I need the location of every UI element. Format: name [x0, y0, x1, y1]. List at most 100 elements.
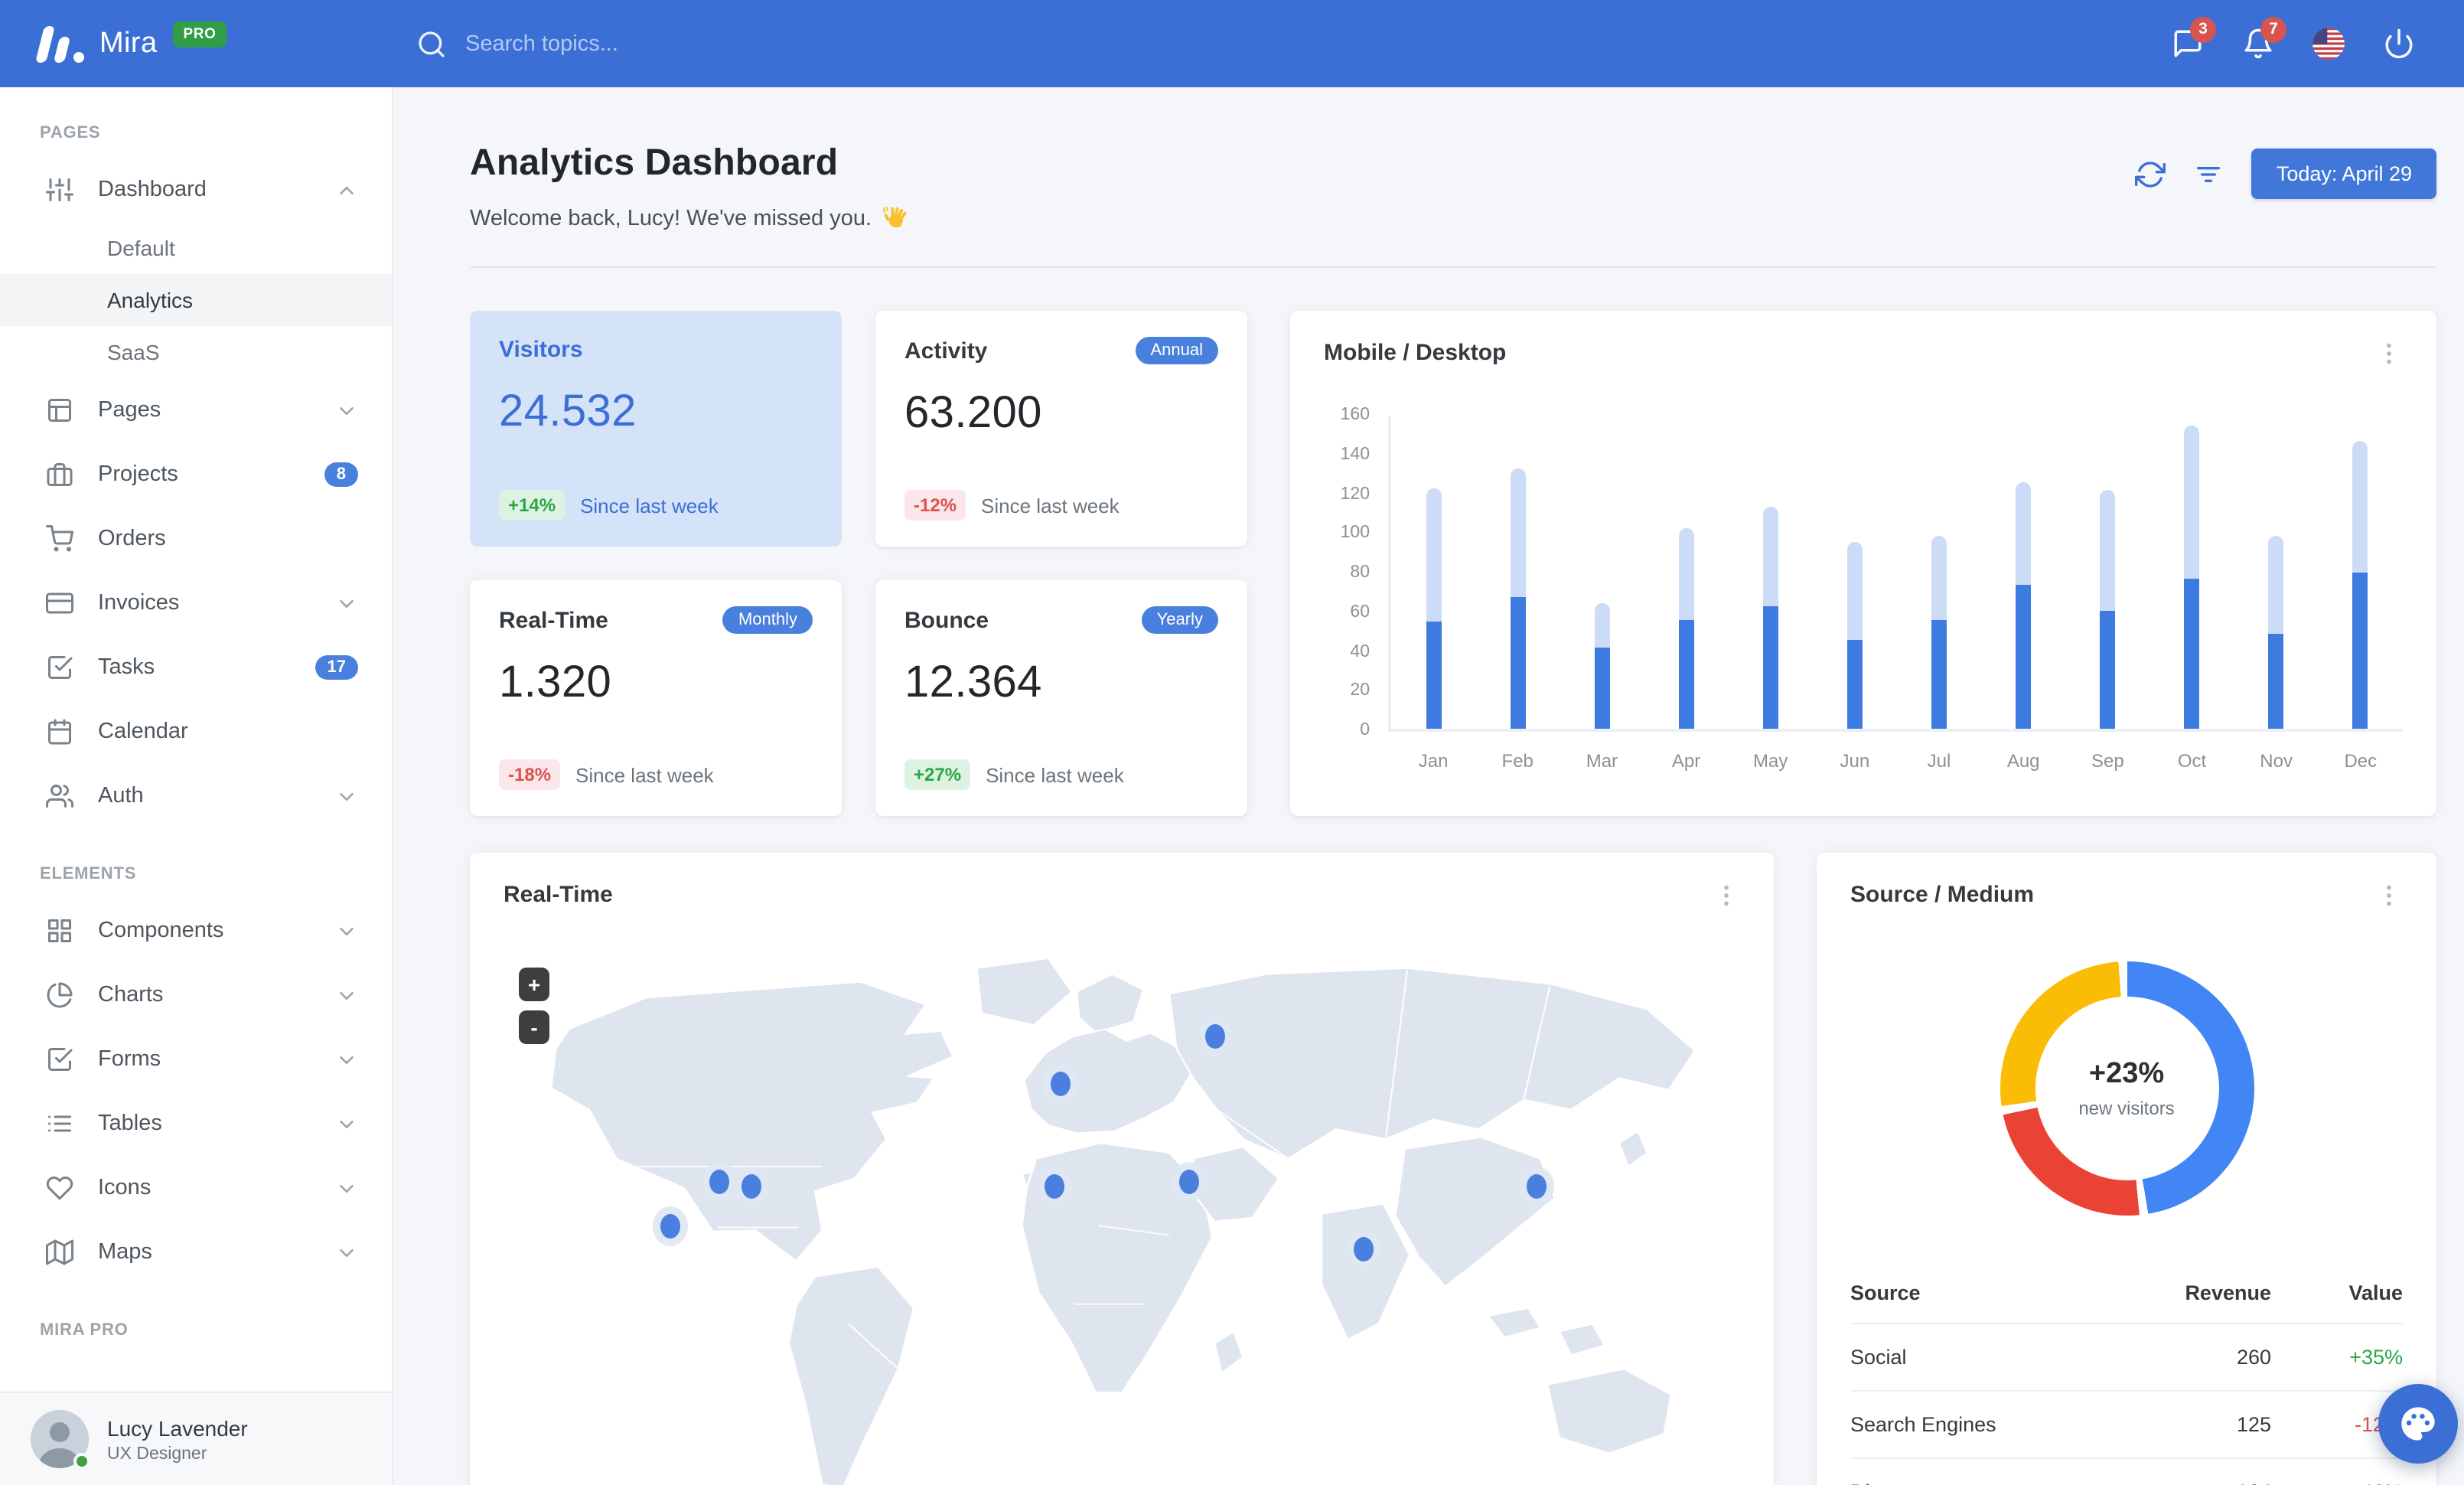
- bar-jan[interactable]: [1391, 416, 1475, 729]
- y-axis-tick: 60: [1350, 602, 1370, 622]
- map-zoom-in-button[interactable]: +: [519, 968, 549, 1001]
- x-axis-label: Feb: [1501, 750, 1533, 772]
- sidebar-item-charts[interactable]: Charts: [0, 963, 392, 1027]
- credit-card-icon: [46, 589, 73, 617]
- sidebar-item-pages[interactable]: Pages: [0, 378, 392, 442]
- stat-card-value: 24.532: [499, 387, 637, 436]
- y-axis-tick: 0: [1360, 721, 1370, 739]
- source-medium-card: Source / Medium +23% new visitors Source…: [1817, 853, 2436, 1485]
- map-marker-6[interactable]: [1204, 1024, 1225, 1049]
- notifications-button[interactable]: 7: [2222, 13, 2293, 74]
- table-header-cell: Revenue: [2185, 1281, 2271, 1304]
- map-marker-5[interactable]: [1044, 1174, 1064, 1199]
- bar-nov[interactable]: [2234, 416, 2319, 729]
- source-menu-button[interactable]: [2375, 882, 2403, 909]
- sidebar-nav: PAGES Dashboard Default Analytics SaaS Pages P…: [0, 87, 392, 1355]
- bar-feb[interactable]: [1475, 416, 1560, 729]
- y-axis-tick: 140: [1340, 445, 1370, 464]
- sidebar-item-tables[interactable]: Tables: [0, 1092, 392, 1156]
- map-marker-9[interactable]: [1526, 1174, 1547, 1199]
- sidebar-item-icons[interactable]: Icons: [0, 1156, 392, 1220]
- map-marker-3[interactable]: [741, 1174, 761, 1199]
- search-input[interactable]: [465, 31, 833, 56]
- map-marker-8[interactable]: [1353, 1236, 1374, 1261]
- x-axis-label: Oct: [2177, 750, 2207, 772]
- map-marker-1[interactable]: [660, 1213, 681, 1238]
- bar-oct[interactable]: [2149, 416, 2234, 729]
- bar-segment-mobile: [1931, 620, 1947, 729]
- sidebar-item-calendar[interactable]: Calendar: [0, 700, 392, 764]
- y-axis-tick: 40: [1350, 642, 1370, 661]
- map-markers-layer: [504, 931, 1740, 1485]
- bar-sep[interactable]: [2065, 416, 2149, 729]
- table-row: Direct164+46%: [1850, 1457, 2403, 1485]
- list-icon: [46, 1110, 73, 1137]
- sidebar-subitem-saas[interactable]: SaaS: [0, 326, 392, 378]
- bar-segment-desktop: [1426, 488, 1442, 622]
- palette-icon: [2398, 1404, 2438, 1444]
- bar-aug[interactable]: [1981, 416, 2065, 729]
- sidebar-item-forms[interactable]: Forms: [0, 1027, 392, 1092]
- chart-menu-button[interactable]: [2375, 340, 2403, 367]
- sidebar-item-components[interactable]: Components: [0, 899, 392, 963]
- chevron-down-icon: [335, 592, 358, 615]
- bar-may[interactable]: [1729, 416, 1813, 729]
- bar-apr[interactable]: [1644, 416, 1728, 729]
- language-button[interactable]: [2293, 13, 2363, 74]
- bar-jul[interactable]: [1897, 416, 1981, 729]
- y-axis-tick: 20: [1350, 681, 1370, 700]
- sidebar-item-orders[interactable]: Orders: [0, 507, 392, 571]
- bar-jun[interactable]: [1813, 416, 1897, 729]
- sidebar-subitem-default[interactable]: Default: [0, 222, 392, 274]
- stat-delta-badge: +27%: [904, 759, 971, 790]
- stat-card-activity: Activity Annual 63.200 -12% Since last week: [875, 311, 1247, 547]
- sidebar-item-label: Calendar: [98, 720, 188, 744]
- sidebar-item-label: Icons: [98, 1176, 152, 1200]
- sidebar-item-dashboard[interactable]: Dashboard: [0, 158, 392, 222]
- map-marker-4[interactable]: [1050, 1072, 1071, 1097]
- x-axis-label: May: [1753, 750, 1788, 772]
- sidebar-item-maps[interactable]: Maps: [0, 1220, 392, 1284]
- sidebar-item-label: Orders: [98, 527, 166, 551]
- bar-segment-desktop: [2016, 482, 2032, 586]
- bar-mar[interactable]: [1560, 416, 1644, 729]
- bar-dec[interactable]: [2319, 416, 2403, 729]
- table-cell-revenue: 260: [2236, 1346, 2271, 1369]
- y-axis-tick: 100: [1340, 524, 1370, 543]
- sidebar-item-invoices[interactable]: Invoices: [0, 571, 392, 635]
- stat-card-real-time: Real-Time Monthly 1.320 -18% Since last week: [470, 580, 842, 816]
- date-range-button[interactable]: Today: April 29: [2251, 148, 2436, 199]
- stat-delta-badge: -18%: [499, 759, 561, 790]
- messages-button[interactable]: 3: [2152, 13, 2222, 74]
- check-square-icon: [46, 1046, 73, 1073]
- messages-badge: 3: [2190, 16, 2216, 42]
- map-marker-2[interactable]: [709, 1169, 730, 1194]
- brand-logo[interactable]: Mira PRO: [0, 21, 367, 62]
- sidebar-item-projects[interactable]: Projects 8: [0, 442, 392, 507]
- source-table-header: Source Revenue Value: [1850, 1261, 2403, 1323]
- sign-out-button[interactable]: [2363, 13, 2433, 74]
- sidebar-item-auth[interactable]: Auth: [0, 764, 392, 828]
- chevron-down-icon: [335, 919, 358, 942]
- chevron-down-icon: [335, 785, 358, 808]
- sidebar-subitem-analytics[interactable]: Analytics: [0, 274, 392, 326]
- sidebar-user[interactable]: Lucy Lavender UX Designer: [0, 1392, 392, 1485]
- check-square-icon: [46, 654, 73, 681]
- sidebar-item-tasks[interactable]: Tasks 17: [0, 635, 392, 700]
- map-zoom-out-button[interactable]: -: [519, 1010, 549, 1044]
- bar-segment-mobile: [2100, 610, 2116, 729]
- map-marker-7[interactable]: [1179, 1169, 1200, 1194]
- filter-button[interactable]: [2194, 158, 2224, 189]
- stat-delta-badge: +14%: [499, 490, 565, 521]
- stat-card-value: 12.364: [904, 658, 1042, 707]
- theme-settings-fab[interactable]: [2378, 1384, 2458, 1464]
- table-cell-revenue: 125: [2236, 1413, 2271, 1436]
- source-card-title: Source / Medium: [1850, 882, 2035, 908]
- map-menu-button[interactable]: [1713, 882, 1740, 909]
- pro-badge: PRO: [172, 21, 227, 47]
- chevron-down-icon: [335, 1112, 358, 1135]
- sidebar-item-label: Invoices: [98, 591, 180, 615]
- bar-segment-desktop: [2100, 490, 2116, 611]
- sidebar-item-label: Maps: [98, 1240, 152, 1265]
- refresh-button[interactable]: [2135, 158, 2166, 189]
